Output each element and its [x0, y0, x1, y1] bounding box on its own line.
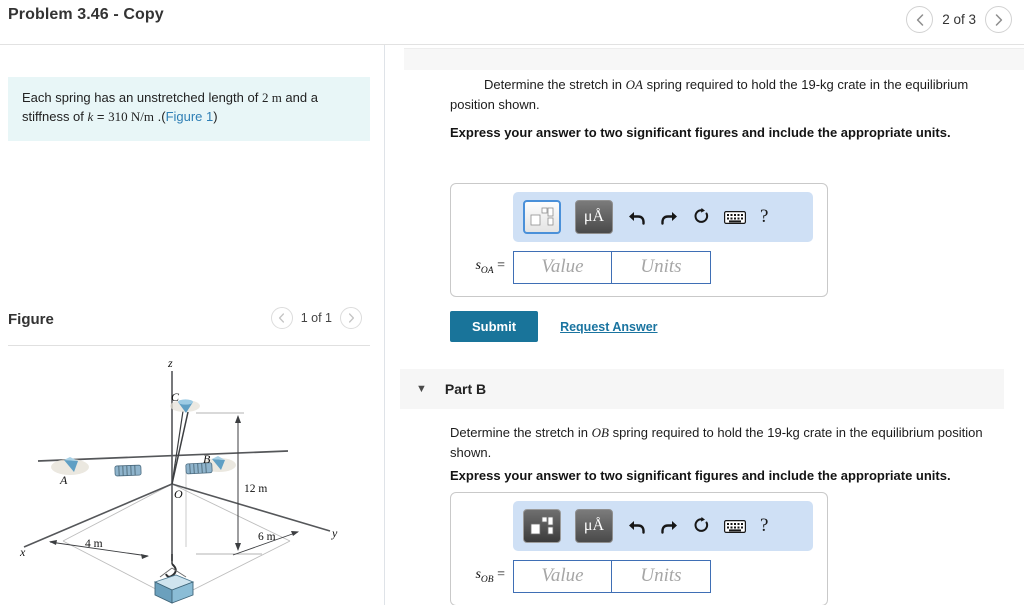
undo-arrow-icon[interactable] [627, 518, 646, 535]
label-axis-y: y [331, 526, 338, 540]
figure-title: Figure [8, 311, 54, 328]
caret-down-icon: ▼ [416, 383, 427, 395]
figure-1-link[interactable]: Figure 1 [166, 109, 214, 124]
hint-k-value: 310 N/m [108, 108, 154, 124]
part-a-input-row: sOA = Value Units [451, 246, 829, 288]
part-a-answer-card: μÅ ? sOA = Value Units [450, 183, 828, 297]
keyboard-glyph [724, 210, 746, 224]
problem-pager: 2 of 3 [906, 6, 1012, 33]
part-b-value-input[interactable]: Value [513, 559, 612, 593]
reset-circular-arrow-icon[interactable] [693, 208, 710, 226]
part-a-request-answer-link[interactable]: Request Answer [560, 320, 657, 334]
prev-problem-button[interactable] [906, 6, 934, 33]
part-b-label: Part B [444, 381, 487, 397]
keyboard-glyph [724, 519, 746, 533]
math-template-glyph [530, 516, 554, 535]
undo-arrow-icon[interactable] [627, 209, 646, 226]
part-a-equals-sign: = [497, 258, 505, 274]
part-b-instruction: Express your answer to two significant f… [450, 468, 951, 483]
part-b-spring-name: OB [591, 425, 609, 440]
reset-glyph [694, 208, 709, 223]
left-panel: Each spring has an unstretched length of… [0, 45, 385, 605]
undo-glyph [629, 520, 645, 534]
chevron-right-icon [348, 313, 354, 323]
micro-angstrom-units-icon[interactable]: μÅ [575, 509, 613, 543]
figure-header: Figure 1 of 1 [8, 307, 370, 347]
label-point-b: B [203, 452, 211, 466]
part-a-spring-name: OA [625, 77, 643, 92]
math-template-icon[interactable] [523, 509, 561, 543]
reset-glyph [694, 517, 709, 532]
top-bar: Problem 3.46 - Copy 2 of 3 [0, 0, 1024, 45]
part-b-question: Determine the stretch in OB spring requi… [450, 423, 1010, 462]
page-title: Problem 3.46 - Copy [8, 6, 164, 23]
hint-k-equals: = [93, 108, 109, 124]
part-b-question-lead: Determine the stretch in [450, 425, 592, 440]
help-question-icon[interactable]: ? [760, 515, 768, 537]
part-a-question-lead: Determine the stretch in [484, 77, 626, 92]
keyboard-icon[interactable] [724, 210, 746, 224]
part-a-header-strip[interactable] [404, 48, 1024, 70]
undo-glyph [629, 211, 645, 225]
part-a-variable-subscript: OA [480, 265, 494, 276]
label-point-c: C [171, 390, 180, 404]
label-dim-4m: 4 m [85, 538, 103, 550]
figure-pager-label: 1 of 1 [300, 311, 332, 325]
keyboard-icon[interactable] [724, 519, 746, 533]
units-icon-label: μÅ [583, 517, 605, 534]
part-b-input-row: sOB = Value Units [451, 555, 829, 597]
part-a-math-toolbar: μÅ ? [513, 192, 813, 242]
help-question-icon[interactable]: ? [760, 206, 768, 228]
math-template-icon[interactable] [523, 200, 561, 234]
prev-figure-button[interactable] [270, 307, 293, 329]
part-b-math-toolbar: μÅ ? [513, 501, 813, 551]
figure-pager: 1 of 1 [270, 307, 362, 329]
figure-divider [8, 345, 370, 346]
redo-arrow-icon[interactable] [660, 518, 679, 535]
redo-glyph [661, 211, 677, 225]
part-a-question: Determine the stretch in OA spring requi… [450, 75, 1010, 114]
part-a-instruction: Express your answer to two significant f… [450, 125, 951, 140]
part-a-button-row: Submit Request Answer [450, 311, 658, 342]
micro-angstrom-units-icon[interactable]: μÅ [575, 200, 613, 234]
part-b-units-input[interactable]: Units [612, 559, 711, 593]
label-axis-z: z [167, 356, 173, 370]
hint-length-value: 2 m [261, 90, 282, 105]
part-a-submit-button[interactable]: Submit [450, 311, 539, 342]
part-a-variable-label: sOA = [451, 258, 513, 276]
next-problem-button[interactable] [985, 6, 1012, 33]
part-b-variable-label: sOB = [451, 567, 513, 585]
part-b-variable-subscript: OB [480, 574, 494, 585]
part-b-equals-sign: = [497, 567, 505, 583]
part-a-value-input[interactable]: Value [513, 250, 612, 284]
chevron-right-icon [995, 13, 1002, 26]
figure-diagram[interactable]: z x y O A B C 12 m 4 m 6 m [0, 351, 384, 605]
chevron-left-icon [916, 13, 923, 26]
units-icon-label: μÅ [583, 208, 605, 225]
next-figure-button[interactable] [340, 307, 362, 329]
right-panel: Determine the stretch in OA spring requi… [386, 45, 1024, 605]
redo-arrow-icon[interactable] [660, 209, 679, 226]
problem-statement-panel: Each spring has an unstretched length of… [8, 77, 370, 141]
label-axis-x: x [19, 545, 26, 559]
chevron-left-icon [279, 313, 285, 323]
content-columns: Each spring has an unstretched length of… [0, 45, 1024, 605]
reset-circular-arrow-icon[interactable] [693, 517, 710, 535]
statics-3d-diagram: z x y O A B C 12 m 4 m 6 m [19, 356, 338, 604]
part-a-units-input[interactable]: Units [612, 250, 711, 284]
hint-text-3: .( [154, 108, 166, 124]
label-dim-12m: 12 m [244, 483, 267, 495]
math-template-glyph [530, 207, 554, 226]
label-origin: O [174, 487, 183, 501]
label-dim-6m: 6 m [258, 531, 276, 543]
hint-text-1: Each spring has an unstretched length of [22, 90, 262, 105]
hint-text-4: ) [213, 108, 218, 124]
problem-pager-label: 2 of 3 [942, 12, 976, 27]
redo-glyph [661, 520, 677, 534]
part-b-answer-card: μÅ ? sOB = Value Units [450, 492, 828, 605]
part-b-header[interactable]: ▼ Part B [400, 369, 1004, 409]
label-point-a: A [59, 473, 68, 487]
